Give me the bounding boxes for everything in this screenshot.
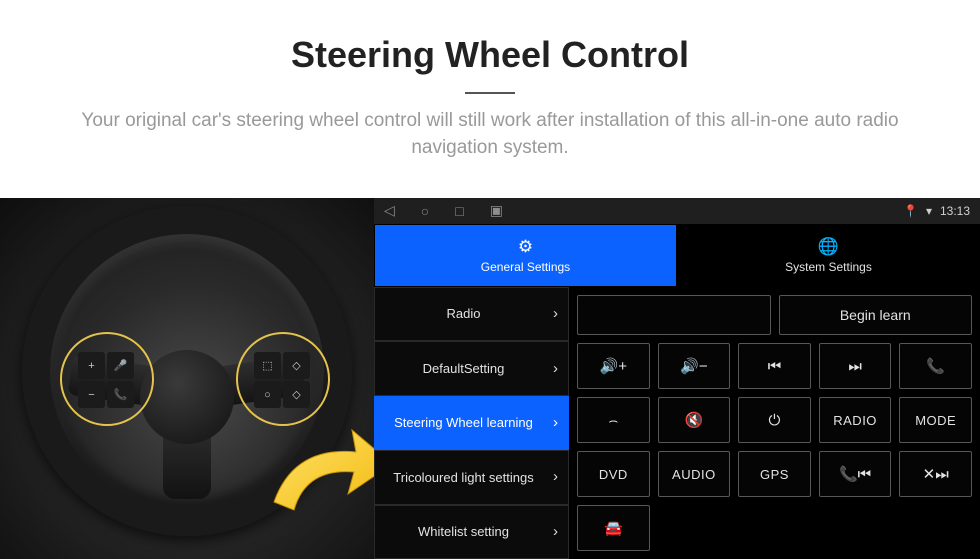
- chevron-right-icon: ›: [553, 523, 558, 541]
- tab-system-settings[interactable]: 🌐 System Settings: [677, 224, 980, 287]
- clock: 13:13: [940, 204, 970, 218]
- status-indicators: 📍 ▾ 13:13: [903, 204, 970, 218]
- wheel-hub: [140, 350, 234, 444]
- menu-item-label: Steering Wheel learning: [394, 415, 533, 431]
- menu-item-label: DefaultSetting: [423, 361, 505, 377]
- begin-learn-button[interactable]: Begin learn: [779, 295, 973, 335]
- settings-tabs: ⚙ General Settings 🌐 System Settings: [374, 224, 980, 287]
- swc-button[interactable]: 📞⏮: [819, 451, 892, 497]
- swc-button-grid: 🔊+🔊−⏮⏭📞 ⌢🔇⏻RADIOMODE DVDAUDIOGPS📞⏮✕⏭ 🚘: [577, 343, 972, 551]
- android-status-bar: ◁ ○ □ ▣ 📍 ▾ 13:13: [374, 198, 980, 224]
- wifi-icon: ▾: [926, 204, 932, 218]
- menu-item-label: Radio: [447, 306, 481, 322]
- wheel-buttons-left: + 🎤 − 📞: [78, 352, 134, 408]
- menu-item-label: Whitelist setting: [418, 524, 509, 540]
- chevron-right-icon: ›: [553, 468, 558, 486]
- page-subtitle: Your original car's steering wheel contr…: [0, 108, 980, 161]
- app-drawer-icon[interactable]: ▣: [490, 202, 503, 219]
- swc-button[interactable]: 🔊−: [658, 343, 731, 389]
- head-unit-screen: ◁ ○ □ ▣ 📍 ▾ 13:13 ⚙ General Settings 🌐 S…: [374, 198, 980, 559]
- pointer-arrow: [264, 416, 374, 526]
- swc-button[interactable]: DVD: [577, 451, 650, 497]
- menu-item[interactable]: Tricoloured light settings ›: [374, 450, 569, 504]
- menu-item[interactable]: DefaultSetting ›: [374, 341, 569, 395]
- swc-button[interactable]: RADIO: [819, 397, 892, 443]
- back-icon[interactable]: ◁: [384, 202, 395, 219]
- swc-button[interactable]: AUDIO: [658, 451, 731, 497]
- blank-slot[interactable]: [577, 295, 771, 335]
- swc-button[interactable]: ⏮: [738, 343, 811, 389]
- swc-button[interactable]: 🚘: [577, 505, 650, 551]
- chevron-right-icon: ›: [553, 414, 558, 432]
- menu-item[interactable]: Radio ›: [374, 287, 569, 341]
- swc-button[interactable]: ⏭: [819, 343, 892, 389]
- wheel-button: 📞: [107, 381, 134, 408]
- tab-general-settings[interactable]: ⚙ General Settings: [374, 224, 677, 287]
- steering-wheel-photo: + 🎤 − 📞 ⬚ ◇ ○ ◇: [0, 198, 374, 559]
- wheel-buttons-right: ⬚ ◇ ○ ◇: [254, 352, 310, 408]
- tab-label: General Settings: [481, 260, 570, 274]
- chevron-right-icon: ›: [553, 360, 558, 378]
- menu-item[interactable]: Whitelist setting ›: [374, 505, 569, 559]
- location-icon: 📍: [903, 204, 918, 218]
- wheel-button: ◇: [283, 381, 310, 408]
- wheel-button: ○: [254, 381, 281, 408]
- page-title: Steering Wheel Control: [0, 34, 980, 76]
- page-header: Steering Wheel Control Your original car…: [0, 0, 980, 173]
- wheel-button: ⬚: [254, 352, 281, 379]
- swc-button[interactable]: MODE: [899, 397, 972, 443]
- gear-icon: ⚙: [518, 237, 533, 257]
- main-row: + 🎤 − 📞 ⬚ ◇ ○ ◇ ◁ ○ □ ▣ 📍: [0, 198, 980, 559]
- swc-button[interactable]: ✕⏭: [899, 451, 972, 497]
- swc-panel: Begin learn 🔊+🔊−⏮⏭📞 ⌢🔇⏻RADIOMODE DVDAUDIOG…: [569, 287, 980, 559]
- nav-buttons: ◁ ○ □ ▣: [384, 202, 503, 219]
- recent-icon[interactable]: □: [455, 203, 463, 219]
- title-divider: [465, 92, 515, 94]
- wheel-button: ◇: [283, 352, 310, 379]
- wheel-button: −: [78, 381, 105, 408]
- swc-button[interactable]: 🔊+: [577, 343, 650, 389]
- swc-button[interactable]: ⌢: [577, 397, 650, 443]
- swc-button[interactable]: GPS: [738, 451, 811, 497]
- settings-menu: Radio›DefaultSetting›Steering Wheel lear…: [374, 287, 569, 559]
- menu-item[interactable]: Steering Wheel learning ›: [374, 396, 569, 450]
- swc-button[interactable]: 📞: [899, 343, 972, 389]
- globe-icon: 🌐: [818, 237, 839, 257]
- swc-button[interactable]: ⏻: [738, 397, 811, 443]
- menu-item-label: Tricoloured light settings: [393, 470, 533, 486]
- tab-label: System Settings: [785, 260, 872, 274]
- settings-content: Radio›DefaultSetting›Steering Wheel lear…: [374, 287, 980, 559]
- panel-top-row: Begin learn: [577, 295, 972, 335]
- wheel-button: +: [78, 352, 105, 379]
- wheel-button: 🎤: [107, 352, 134, 379]
- chevron-right-icon: ›: [553, 305, 558, 323]
- home-icon[interactable]: ○: [421, 203, 429, 219]
- swc-button[interactable]: 🔇: [658, 397, 731, 443]
